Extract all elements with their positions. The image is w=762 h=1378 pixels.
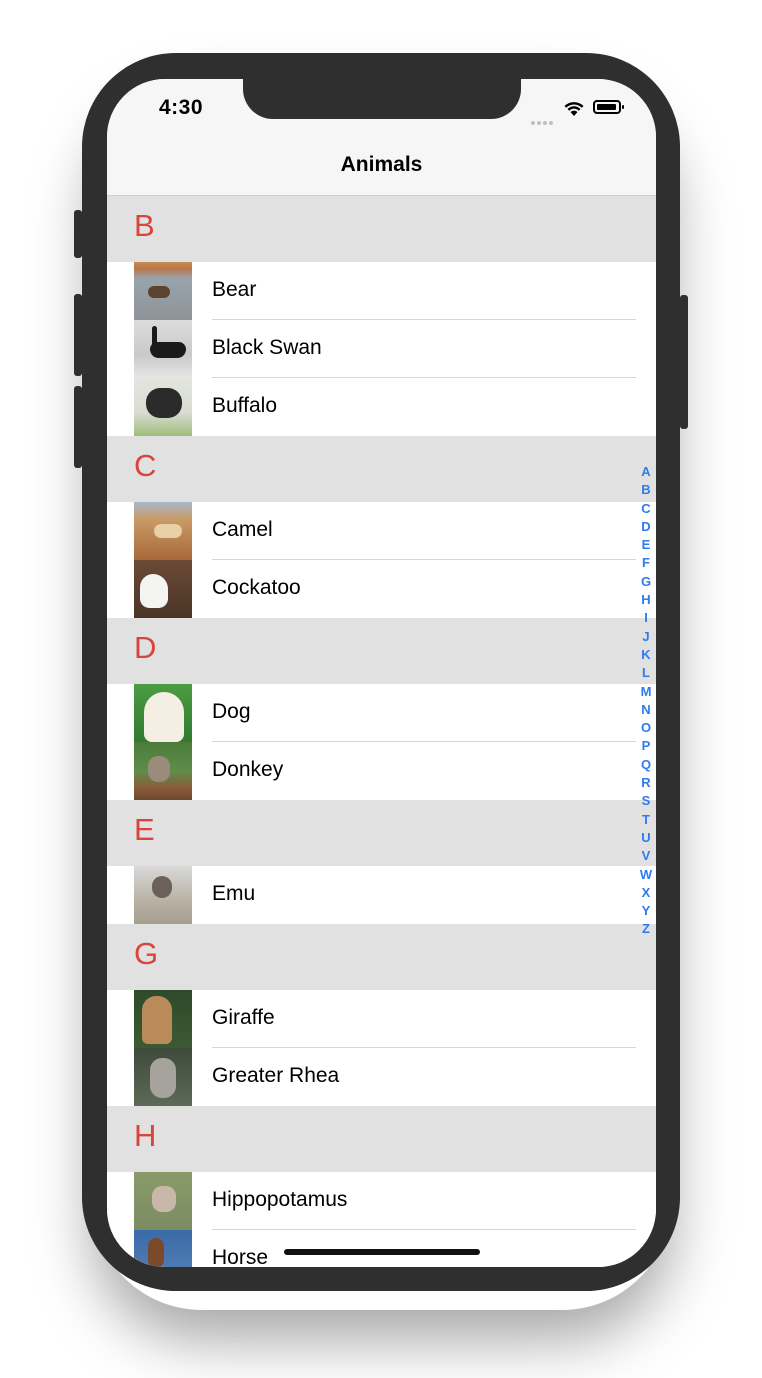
index-letter-f[interactable]: F [639,554,653,572]
row-label: Buffalo [212,394,277,417]
index-letter-l[interactable]: L [639,664,653,682]
section-letter: B [134,208,155,243]
list-item-cockatoo[interactable]: Cockatoo [107,560,656,618]
index-letter-r[interactable]: R [639,774,653,792]
index-letter-e[interactable]: E [639,536,653,554]
black-swan-thumbnail [134,320,192,378]
index-letter-v[interactable]: V [639,847,653,865]
section-header-c: C [107,436,656,502]
bear-thumbnail [134,262,192,320]
section-index[interactable]: ABCDEFGHIJKLMNOPQRSTUVWXYZ [639,463,653,939]
index-letter-a[interactable]: A [639,463,653,481]
index-letter-m[interactable]: M [639,683,653,701]
hippopotamus-thumbnail [134,1172,192,1230]
section-letter: D [134,630,157,665]
status-time: 4:30 [159,96,204,119]
index-letter-d[interactable]: D [639,518,653,536]
home-indicator[interactable] [284,1249,480,1255]
section-letter: E [134,812,155,847]
list-item-emu[interactable]: Emu [107,866,656,924]
index-letter-x[interactable]: X [639,884,653,902]
list-item-dog[interactable]: Dog [107,684,656,742]
index-letter-k[interactable]: K [639,646,653,664]
list-item-donkey[interactable]: Donkey [107,742,656,800]
row-label: Bear [212,278,257,301]
greater-rhea-thumbnail [134,1048,192,1106]
volume-up-button [74,294,82,376]
row-label: Emu [212,882,256,905]
notch [243,79,521,119]
dog-thumbnail [134,684,192,742]
wifi-icon [564,102,584,116]
list-item-buffalo[interactable]: Buffalo [107,378,656,436]
giraffe-thumbnail [134,990,192,1048]
row-label: Horse [212,1246,269,1267]
index-letter-z[interactable]: Z [639,920,653,938]
section-letter: C [134,448,157,483]
horse-thumbnail [134,1230,192,1267]
row-label: Cockatoo [212,576,301,599]
list-item-camel[interactable]: Camel [107,502,656,560]
list-item-greater-rhea[interactable]: Greater Rhea [107,1048,656,1106]
row-label: Black Swan [212,336,322,359]
emu-thumbnail [134,866,192,924]
row-label: Camel [212,518,273,541]
list-item-black-swan[interactable]: Black Swan [107,320,656,378]
row-label: Giraffe [212,1006,275,1029]
index-letter-o[interactable]: O [639,719,653,737]
index-letter-t[interactable]: T [639,811,653,829]
list-item-giraffe[interactable]: Giraffe [107,990,656,1048]
section-letter: H [134,1118,157,1153]
donkey-thumbnail [134,742,192,800]
page-title: Animals [340,153,423,176]
section-letter: G [134,936,159,971]
section-header-b: B [107,196,656,262]
section-header-e: E [107,800,656,866]
buffalo-thumbnail [134,378,192,436]
row-label: Dog [212,700,251,723]
index-letter-g[interactable]: G [639,573,653,591]
index-letter-w[interactable]: W [639,866,653,884]
screen: 4:30 Animals B Bear Black Swan Buffalo C… [107,79,656,1267]
section-header-h: H [107,1106,656,1172]
index-letter-s[interactable]: S [639,792,653,810]
index-letter-b[interactable]: B [639,481,653,499]
index-letter-c[interactable]: C [639,500,653,518]
index-letter-y[interactable]: Y [639,902,653,920]
list-item-bear[interactable]: Bear [107,262,656,320]
index-letter-j[interactable]: J [639,628,653,646]
index-letter-h[interactable]: H [639,591,653,609]
battery-icon [593,100,624,114]
index-letter-u[interactable]: U [639,829,653,847]
list-item-hippopotamus[interactable]: Hippopotamus [107,1172,656,1230]
section-header-d: D [107,618,656,684]
cockatoo-thumbnail [134,560,192,618]
row-label: Greater Rhea [212,1064,340,1087]
camel-thumbnail [134,502,192,560]
navigation-bar: Animals [107,139,656,196]
power-button [680,295,688,429]
row-label: Hippopotamus [212,1188,348,1211]
section-header-g: G [107,924,656,990]
volume-down-button [74,386,82,468]
mute-switch [74,210,82,258]
index-letter-p[interactable]: P [639,737,653,755]
index-letter-i[interactable]: I [639,609,653,627]
row-label: Donkey [212,758,284,781]
animal-list[interactable]: B Bear Black Swan Buffalo C Camel Cockat… [107,196,656,1267]
cellular-signal-icon [531,112,555,125]
index-letter-n[interactable]: N [639,701,653,719]
index-letter-q[interactable]: Q [639,756,653,774]
